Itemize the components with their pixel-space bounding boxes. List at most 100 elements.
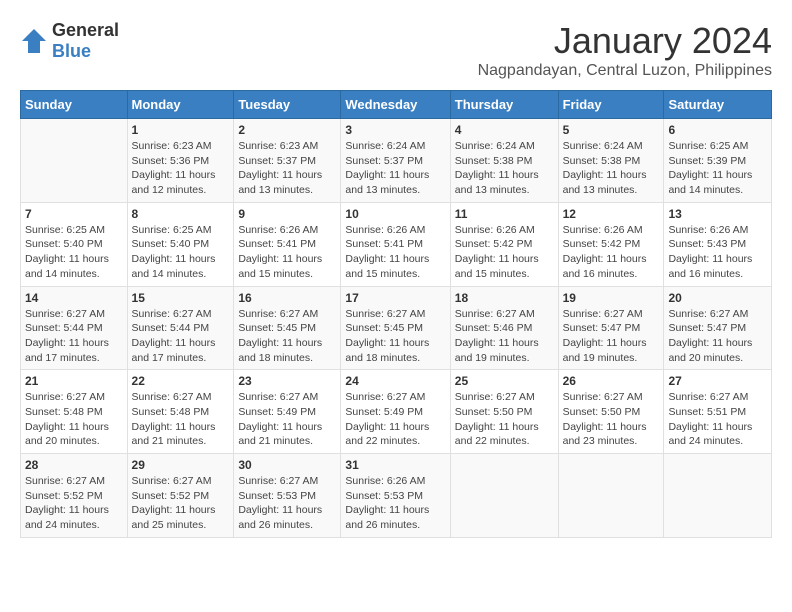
day-number: 2 — [238, 123, 336, 137]
day-number: 18 — [455, 291, 554, 305]
calendar-day-cell: 21 Sunrise: 6:27 AMSunset: 5:48 PMDayligh… — [21, 370, 128, 454]
calendar-day-cell: 9 Sunrise: 6:26 AMSunset: 5:41 PMDaylight… — [234, 202, 341, 286]
day-info: Sunrise: 6:23 AMSunset: 5:37 PMDaylight:… — [238, 139, 336, 198]
calendar-day-cell: 10Sunrise: 6:26 AMSunset: 5:41 PMDayligh… — [341, 202, 450, 286]
day-number: 25 — [455, 374, 554, 388]
logo-icon — [20, 27, 48, 55]
day-info: Sunrise: 6:23 AMSunset: 5:36 PMDaylight:… — [132, 139, 230, 198]
day-info: Sunrise: 6:25 AMSunset: 5:40 PMDaylight:… — [132, 223, 230, 282]
calendar-week-row: 28 Sunrise: 6:27 AMSunset: 5:52 PMDayligh… — [21, 454, 772, 538]
day-info: Sunrise: 6:27 AMSunset: 5:46 PMDaylight:… — [455, 307, 554, 366]
day-info: Sunrise: 6:27 AMSunset: 5:52 PMDaylight:… — [25, 474, 123, 533]
calendar-day-cell: 13Sunrise: 6:26 AMSunset: 5:43 PMDayligh… — [664, 202, 772, 286]
calendar-day-cell: 19 Sunrise: 6:27 AMSunset: 5:47 PMDayligh… — [558, 286, 664, 370]
day-number: 4 — [455, 123, 554, 137]
weekday-header-row: Sunday Monday Tuesday Wednesday Thursday… — [21, 91, 772, 119]
day-info: Sunrise: 6:25 AMSunset: 5:39 PMDaylight:… — [668, 139, 767, 198]
day-number: 6 — [668, 123, 767, 137]
day-info: Sunrise: 6:27 AMSunset: 5:47 PMDaylight:… — [668, 307, 767, 366]
day-number: 10 — [345, 207, 445, 221]
calendar-day-cell: 3 Sunrise: 6:24 AMSunset: 5:37 PMDaylight… — [341, 119, 450, 203]
day-number: 3 — [345, 123, 445, 137]
day-info: Sunrise: 6:27 AMSunset: 5:48 PMDaylight:… — [132, 390, 230, 449]
day-info: Sunrise: 6:26 AMSunset: 5:53 PMDaylight:… — [345, 474, 445, 533]
calendar-day-cell: 14 Sunrise: 6:27 AMSunset: 5:44 PMDayligh… — [21, 286, 128, 370]
day-info: Sunrise: 6:27 AMSunset: 5:45 PMDaylight:… — [238, 307, 336, 366]
day-number: 24 — [345, 374, 445, 388]
day-info: Sunrise: 6:24 AMSunset: 5:37 PMDaylight:… — [345, 139, 445, 198]
day-number: 9 — [238, 207, 336, 221]
main-title: January 2024 — [478, 20, 772, 62]
header-sunday: Sunday — [21, 91, 128, 119]
day-number: 8 — [132, 207, 230, 221]
calendar-day-cell: 23 Sunrise: 6:27 AMSunset: 5:49 PMDayligh… — [234, 370, 341, 454]
calendar-day-cell: 20Sunrise: 6:27 AMSunset: 5:47 PMDayligh… — [664, 286, 772, 370]
calendar-day-cell: 17Sunrise: 6:27 AMSunset: 5:45 PMDayligh… — [341, 286, 450, 370]
day-number: 29 — [132, 458, 230, 472]
logo-text-general: General — [52, 20, 119, 40]
calendar-day-cell: 27 Sunrise: 6:27 AMSunset: 5:51 PMDayligh… — [664, 370, 772, 454]
day-info: Sunrise: 6:26 AMSunset: 5:42 PMDaylight:… — [455, 223, 554, 282]
header-wednesday: Wednesday — [341, 91, 450, 119]
calendar-week-row: 14 Sunrise: 6:27 AMSunset: 5:44 PMDayligh… — [21, 286, 772, 370]
day-info: Sunrise: 6:27 AMSunset: 5:50 PMDaylight:… — [563, 390, 660, 449]
calendar-day-cell: 25 Sunrise: 6:27 AMSunset: 5:50 PMDayligh… — [450, 370, 558, 454]
day-info: Sunrise: 6:27 AMSunset: 5:44 PMDaylight:… — [132, 307, 230, 366]
calendar-day-cell — [450, 454, 558, 538]
day-number: 31 — [345, 458, 445, 472]
calendar-day-cell: 6 Sunrise: 6:25 AMSunset: 5:39 PMDaylight… — [664, 119, 772, 203]
calendar-day-cell: 29 Sunrise: 6:27 AMSunset: 5:52 PMDayligh… — [127, 454, 234, 538]
day-info: Sunrise: 6:25 AMSunset: 5:40 PMDaylight:… — [25, 223, 123, 282]
calendar-day-cell: 8 Sunrise: 6:25 AMSunset: 5:40 PMDaylight… — [127, 202, 234, 286]
header-friday: Friday — [558, 91, 664, 119]
logo-text-blue: Blue — [52, 41, 91, 61]
calendar-week-row: 21 Sunrise: 6:27 AMSunset: 5:48 PMDayligh… — [21, 370, 772, 454]
day-number: 21 — [25, 374, 123, 388]
calendar-header: Sunday Monday Tuesday Wednesday Thursday… — [21, 91, 772, 119]
logo: General Blue — [20, 20, 119, 62]
day-number: 7 — [25, 207, 123, 221]
day-info: Sunrise: 6:27 AMSunset: 5:49 PMDaylight:… — [238, 390, 336, 449]
calendar-day-cell — [21, 119, 128, 203]
day-number: 14 — [25, 291, 123, 305]
day-number: 27 — [668, 374, 767, 388]
header-monday: Monday — [127, 91, 234, 119]
subtitle: Nagpandayan, Central Luzon, Philippines — [478, 62, 772, 80]
day-number: 19 — [563, 291, 660, 305]
calendar-day-cell: 2 Sunrise: 6:23 AMSunset: 5:37 PMDaylight… — [234, 119, 341, 203]
calendar-day-cell: 4Sunrise: 6:24 AMSunset: 5:38 PMDaylight… — [450, 119, 558, 203]
day-info: Sunrise: 6:27 AMSunset: 5:52 PMDaylight:… — [132, 474, 230, 533]
day-info: Sunrise: 6:27 AMSunset: 5:51 PMDaylight:… — [668, 390, 767, 449]
calendar-day-cell: 31 Sunrise: 6:26 AMSunset: 5:53 PMDayligh… — [341, 454, 450, 538]
calendar-day-cell: 26 Sunrise: 6:27 AMSunset: 5:50 PMDayligh… — [558, 370, 664, 454]
day-number: 26 — [563, 374, 660, 388]
header-tuesday: Tuesday — [234, 91, 341, 119]
day-number: 23 — [238, 374, 336, 388]
day-info: Sunrise: 6:27 AMSunset: 5:45 PMDaylight:… — [345, 307, 445, 366]
day-info: Sunrise: 6:27 AMSunset: 5:44 PMDaylight:… — [25, 307, 123, 366]
day-number: 16 — [238, 291, 336, 305]
day-number: 28 — [25, 458, 123, 472]
calendar-body: 1 Sunrise: 6:23 AMSunset: 5:36 PMDaylight… — [21, 119, 772, 538]
calendar-day-cell — [664, 454, 772, 538]
day-number: 30 — [238, 458, 336, 472]
header: General Blue January 2024 Nagpandayan, C… — [20, 20, 772, 80]
calendar-day-cell: 1 Sunrise: 6:23 AMSunset: 5:36 PMDaylight… — [127, 119, 234, 203]
day-info: Sunrise: 6:27 AMSunset: 5:49 PMDaylight:… — [345, 390, 445, 449]
day-info: Sunrise: 6:26 AMSunset: 5:41 PMDaylight:… — [238, 223, 336, 282]
calendar-week-row: 7 Sunrise: 6:25 AMSunset: 5:40 PMDaylight… — [21, 202, 772, 286]
day-info: Sunrise: 6:27 AMSunset: 5:50 PMDaylight:… — [455, 390, 554, 449]
calendar-day-cell: 30Sunrise: 6:27 AMSunset: 5:53 PMDayligh… — [234, 454, 341, 538]
calendar-day-cell — [558, 454, 664, 538]
day-info: Sunrise: 6:27 AMSunset: 5:47 PMDaylight:… — [563, 307, 660, 366]
day-number: 1 — [132, 123, 230, 137]
calendar-day-cell: 12Sunrise: 6:26 AMSunset: 5:42 PMDayligh… — [558, 202, 664, 286]
day-info: Sunrise: 6:24 AMSunset: 5:38 PMDaylight:… — [563, 139, 660, 198]
calendar-day-cell: 11Sunrise: 6:26 AMSunset: 5:42 PMDayligh… — [450, 202, 558, 286]
calendar-day-cell: 28 Sunrise: 6:27 AMSunset: 5:52 PMDayligh… — [21, 454, 128, 538]
day-info: Sunrise: 6:27 AMSunset: 5:48 PMDaylight:… — [25, 390, 123, 449]
title-area: January 2024 Nagpandayan, Central Luzon,… — [478, 20, 772, 80]
day-number: 15 — [132, 291, 230, 305]
day-number: 13 — [668, 207, 767, 221]
header-thursday: Thursday — [450, 91, 558, 119]
